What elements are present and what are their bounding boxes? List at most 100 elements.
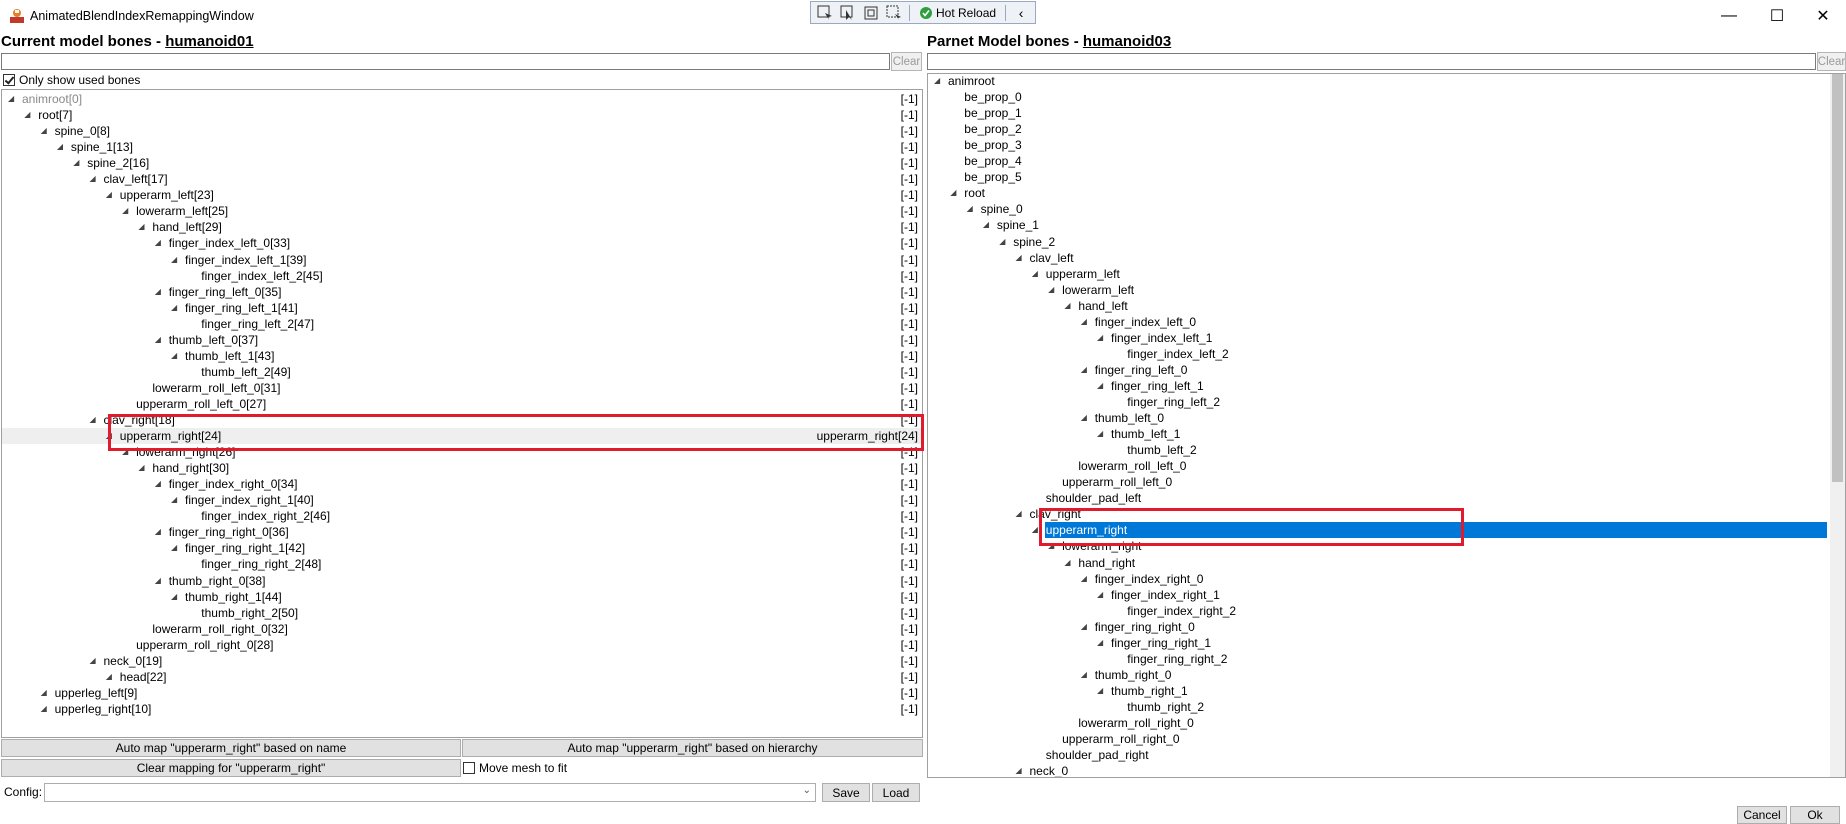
tree-row[interactable]: ◢ finger_index_left_0[33] [-1]	[2, 235, 922, 251]
tree-row[interactable]: ◢ hand_left[29] [-1]	[2, 219, 922, 235]
tree-row[interactable]: ◢ spine_1[13] [-1]	[2, 139, 922, 155]
only-used-bones-row[interactable]: Only show used bones	[3, 73, 140, 87]
clear-mapping-button[interactable]: Clear mapping for "upperarm_right"	[1, 759, 461, 777]
tree-row[interactable]: ◢ clav_left[17] [-1]	[2, 171, 922, 187]
expand-arrow-icon[interactable]: ◢	[1097, 378, 1107, 394]
tree-row[interactable]: finger_index_right_2	[928, 603, 1845, 619]
left-search-input[interactable]	[1, 53, 890, 70]
expand-arrow-icon[interactable]: ◢	[1032, 522, 1042, 538]
expand-arrow-icon[interactable]: ◢	[1097, 587, 1107, 603]
tree-row[interactable]: thumb_right_2	[928, 699, 1845, 715]
expand-arrow-icon[interactable]: ◢	[155, 284, 165, 300]
expand-arrow-icon[interactable]: ◢	[1048, 538, 1058, 554]
tree-row[interactable]: finger_index_left_2	[928, 346, 1845, 362]
expand-arrow-icon[interactable]: ◢	[1064, 555, 1074, 571]
tree-row[interactable]: ◢ upperleg_left[9] [-1]	[2, 685, 922, 701]
left-clear-button[interactable]: Clear	[891, 52, 922, 71]
ok-button[interactable]: Ok	[1790, 806, 1840, 824]
expand-arrow-icon[interactable]: ◢	[1097, 635, 1107, 651]
expand-arrow-icon[interactable]: ◢	[1097, 683, 1107, 699]
tree-row[interactable]: shoulder_pad_left	[928, 490, 1845, 506]
tree-row[interactable]: thumb_left_2	[928, 442, 1845, 458]
layout-adorner-icon[interactable]	[861, 4, 881, 22]
right-search-input[interactable]	[927, 53, 1816, 70]
tree-row[interactable]: ◢ neck_0[19] [-1]	[2, 653, 922, 669]
tree-row[interactable]: finger_ring_left_2	[928, 394, 1845, 410]
expand-arrow-icon[interactable]: ◢	[90, 171, 100, 187]
tree-row[interactable]: ◢ clav_right[18] [-1]	[2, 412, 922, 428]
auto-map-name-button[interactable]: Auto map "upperarm_right" based on name	[1, 739, 461, 757]
tree-row[interactable]: ◢ spine_1	[928, 217, 1845, 233]
tree-row[interactable]: ◢ thumb_right_0	[928, 667, 1845, 683]
tree-row[interactable]: ◢ lowerarm_left	[928, 282, 1845, 298]
expand-arrow-icon[interactable]: ◢	[1081, 667, 1091, 683]
expand-arrow-icon[interactable]: ◢	[138, 460, 148, 476]
tree-row[interactable]: ◢ finger_index_right_0	[928, 571, 1845, 587]
move-mesh-checkbox[interactable]	[463, 762, 475, 774]
tree-row[interactable]: be_prop_2	[928, 121, 1845, 137]
expand-arrow-icon[interactable]: ◢	[1016, 763, 1026, 777]
tree-row[interactable]: ◢ hand_right	[928, 555, 1845, 571]
expand-arrow-icon[interactable]: ◢	[155, 476, 165, 492]
expand-arrow-icon[interactable]: ◢	[41, 123, 51, 139]
current-bones-tree[interactable]: ◢ animroot[0] [-1] ◢ root[7] [-1] ◢ spine_0[8][…	[1, 89, 923, 738]
expand-arrow-icon[interactable]: ◢	[41, 685, 51, 701]
tree-row[interactable]: ◢ finger_ring_right_1	[928, 635, 1845, 651]
tree-row[interactable]: ◢ lowerarm_left[25] [-1]	[2, 203, 922, 219]
tree-row[interactable]: lowerarm_roll_left_0[31] [-1]	[2, 380, 922, 396]
tree-row[interactable]: lowerarm_roll_right_0[32] [-1]	[2, 621, 922, 637]
tree-row[interactable]: ◢ thumb_left_1[43] [-1]	[2, 348, 922, 364]
tree-row[interactable]: ◢ thumb_left_0[37] [-1]	[2, 332, 922, 348]
tree-row[interactable]: ◢ finger_index_right_1[40] [-1]	[2, 492, 922, 508]
tree-row[interactable]: thumb_right_2[50] [-1]	[2, 605, 922, 621]
expand-arrow-icon[interactable]: ◢	[1064, 298, 1074, 314]
move-mesh-row[interactable]: Move mesh to fit	[463, 761, 567, 775]
tree-row[interactable]: ◢ upperarm_right	[928, 522, 1845, 539]
tree-row[interactable]: be_prop_1	[928, 105, 1845, 121]
expand-arrow-icon[interactable]: ◢	[41, 701, 51, 717]
expand-arrow-icon[interactable]: ◢	[1081, 314, 1091, 330]
save-button[interactable]: Save	[822, 783, 870, 802]
track-focus-icon[interactable]	[884, 4, 904, 22]
hot-reload-button[interactable]: Hot Reload	[915, 6, 1000, 20]
tree-row[interactable]: thumb_left_2[49] [-1]	[2, 364, 922, 380]
expand-arrow-icon[interactable]: ◢	[57, 139, 67, 155]
expand-arrow-icon[interactable]: ◢	[155, 573, 165, 589]
tree-row[interactable]: ◢ thumb_right_0[38] [-1]	[2, 573, 922, 589]
expand-arrow-icon[interactable]: ◢	[983, 217, 993, 233]
tree-row[interactable]: be_prop_0	[928, 89, 1845, 105]
expand-arrow-icon[interactable]: ◢	[90, 412, 100, 428]
right-clear-button[interactable]: Clear	[1817, 52, 1846, 71]
tree-row[interactable]: ◢ root	[928, 185, 1845, 201]
cancel-button[interactable]: Cancel	[1737, 806, 1787, 824]
tree-row[interactable]: upperarm_roll_left_0[27] [-1]	[2, 396, 922, 412]
expand-arrow-icon[interactable]: ◢	[8, 91, 18, 107]
expand-arrow-icon[interactable]: ◢	[155, 235, 165, 251]
expand-arrow-icon[interactable]: ◢	[934, 74, 944, 89]
expand-arrow-icon[interactable]: ◢	[1016, 250, 1026, 266]
tree-row[interactable]: ◢ upperarm_left[23] [-1]	[2, 187, 922, 203]
tree-row[interactable]: upperarm_roll_left_0	[928, 474, 1845, 490]
expand-arrow-icon[interactable]: ◢	[1081, 619, 1091, 635]
load-button[interactable]: Load	[872, 783, 920, 802]
expand-arrow-icon[interactable]: ◢	[106, 428, 116, 444]
config-combobox[interactable]: ⌄	[44, 783, 816, 802]
expand-arrow-icon[interactable]: ◢	[171, 492, 181, 508]
tree-row[interactable]: ◢ thumb_left_1	[928, 426, 1845, 442]
expand-arrow-icon[interactable]: ◢	[1081, 571, 1091, 587]
tree-row[interactable]: ◢ spine_2	[928, 234, 1845, 250]
expand-arrow-icon[interactable]: ◢	[106, 669, 116, 685]
tree-row[interactable]: be_prop_3	[928, 137, 1845, 153]
tree-row[interactable]: be_prop_5	[928, 169, 1845, 185]
tree-row[interactable]: ◢ clav_right	[928, 506, 1845, 522]
tree-row[interactable]: ◢ finger_ring_right_0[36] [-1]	[2, 524, 922, 540]
expand-arrow-icon[interactable]: ◢	[1048, 282, 1058, 298]
expand-arrow-icon[interactable]: ◢	[999, 234, 1009, 250]
pointer-icon[interactable]	[838, 4, 858, 22]
tree-row[interactable]: ◢ finger_ring_right_1[42] [-1]	[2, 540, 922, 556]
tree-row[interactable]: ◢ animroot	[928, 74, 1845, 89]
tree-row[interactable]: upperarm_roll_right_0	[928, 731, 1845, 747]
tree-row[interactable]: ◢ thumb_right_1[44] [-1]	[2, 589, 922, 605]
tree-row[interactable]: ◢ finger_ring_left_0[35] [-1]	[2, 284, 922, 300]
expand-arrow-icon[interactable]: ◢	[1097, 330, 1107, 346]
